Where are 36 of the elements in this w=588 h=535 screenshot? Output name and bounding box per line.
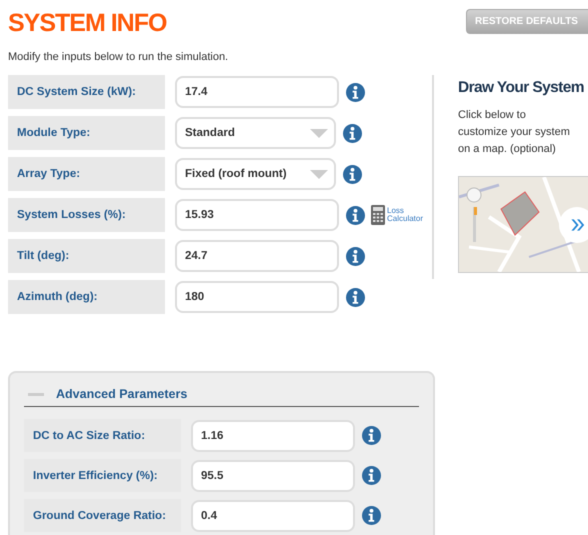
input-field[interactable]: 95.5 xyxy=(191,460,355,492)
instructions-text: Modify the inputs below to run the simulation. xyxy=(8,51,230,63)
info-icon[interactable] xyxy=(362,506,381,525)
field-label: Azimuth (deg): xyxy=(8,280,165,314)
dropdown[interactable]: Fixed (roof mount) xyxy=(175,158,336,190)
field-label: Tilt (deg): xyxy=(8,239,165,273)
info-icon[interactable] xyxy=(362,426,381,445)
description-text: Click below to customize your system on a map. (optional) xyxy=(458,108,571,157)
info-icon[interactable] xyxy=(346,82,365,102)
caret-icon xyxy=(310,170,328,178)
field-label: DC System Size (kW): xyxy=(8,75,165,109)
input-field[interactable]: 17.4 xyxy=(175,76,339,108)
section-title[interactable]: Advanced Parameters xyxy=(56,387,188,401)
dropdown[interactable]: Standard xyxy=(175,117,336,149)
field-label: DC to AC Size Ratio: xyxy=(24,419,181,452)
loss-calculator-link[interactable]: Loss Calculator xyxy=(371,205,424,225)
info-icon[interactable] xyxy=(343,124,362,142)
page-title: SYSTEM INFO xyxy=(8,8,166,38)
field-label: System Losses (%): xyxy=(8,198,165,232)
calculator-icon[interactable] xyxy=(371,205,385,225)
field-label: Inverter Efficiency (%): xyxy=(24,459,181,492)
input-field[interactable]: 15.93 xyxy=(175,199,339,231)
input-field[interactable]: 0.4 xyxy=(191,500,355,532)
input-field[interactable]: 180 xyxy=(175,281,339,313)
input-field[interactable]: 24.7 xyxy=(175,240,339,272)
info-icon[interactable] xyxy=(343,164,362,184)
input-field[interactable]: 1.16 xyxy=(191,420,355,452)
info-icon[interactable] xyxy=(346,246,365,266)
info-icon[interactable] xyxy=(362,466,381,485)
field-label: Array Type: xyxy=(8,157,165,191)
section-title: Draw Your System xyxy=(458,78,584,98)
caret-icon xyxy=(310,128,328,138)
info-icon[interactable] xyxy=(346,206,365,224)
field-label: Module Type: xyxy=(8,116,165,150)
field-label: Ground Coverage Ratio: xyxy=(24,499,181,532)
info-icon[interactable] xyxy=(346,288,365,306)
